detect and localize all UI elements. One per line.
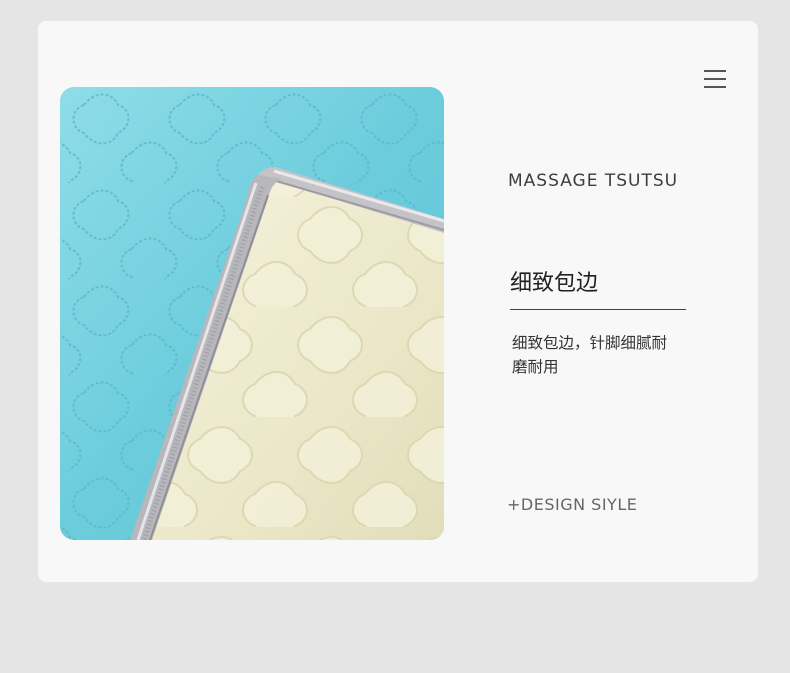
brand-name: MASSAGE TSUTSU [508,171,679,191]
hamburger-menu-icon[interactable] [704,69,726,89]
product-photo [60,87,444,540]
design-style-tag: +DESIGN SIYLE [507,495,638,514]
feature-title: 细致包边 [510,271,599,296]
product-detail-card: MASSAGE TSUTSU 细致包边 细致包边，针脚细腻耐磨耐用 +DESIG… [38,21,758,582]
feature-description: 细致包边，针脚细腻耐磨耐用 [512,334,668,376]
title-divider [510,309,686,310]
